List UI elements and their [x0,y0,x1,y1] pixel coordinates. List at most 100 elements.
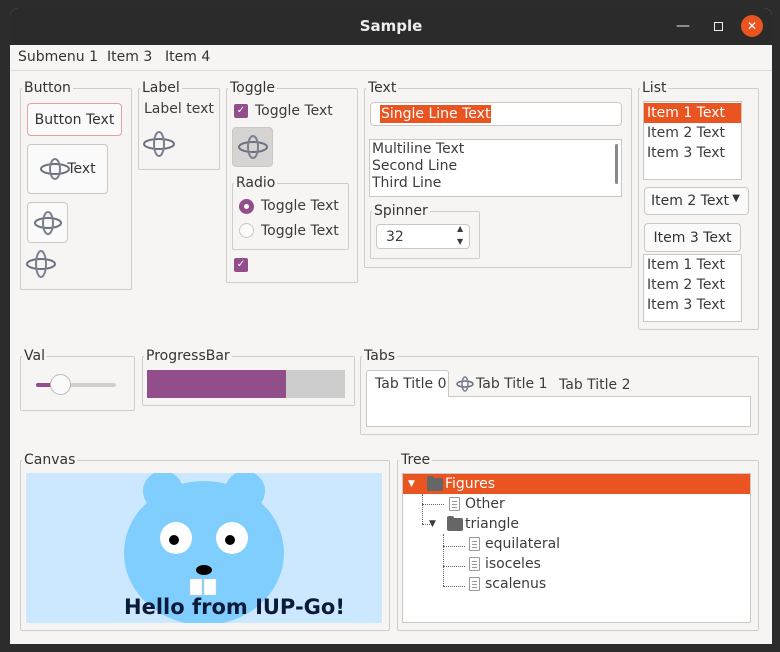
tab-content [366,396,751,427]
list-box-2[interactable]: Item 1 Text Item 2 Text Item 3 Text [643,254,742,322]
maximize-icon [713,21,723,31]
spinner-up-icon[interactable]: ▲ [457,224,463,233]
canvas-text: Hello from IUP-Go! [124,595,345,619]
image-toggle[interactable] [232,127,273,167]
spinner-input[interactable]: 32 ▲ ▼ [376,224,470,249]
list-item[interactable]: Item 2 Text [644,275,741,295]
label-text: Label text [144,101,214,117]
multiline-input[interactable]: Multiline Text Second Line Third Line [369,139,622,197]
minimize-button[interactable]: — [672,15,694,37]
text-frame-label: Text [366,80,399,96]
ring-icon [26,250,56,278]
progress-bar [147,370,345,398]
tree-node-label: Figures [445,476,496,492]
tree-node-label: isoceles [485,556,541,572]
toggle-checkbox-label: Toggle Text [255,103,333,119]
radio-option-1[interactable] [239,199,254,214]
toggle-checkbox[interactable]: ✓ [234,104,248,118]
list-item[interactable]: Item 3 Text [644,143,741,163]
toggle-frame-label: Toggle [228,80,278,96]
tabs-frame-label: Tabs [362,348,397,364]
flat-icon-button[interactable] [25,248,57,284]
tree-node-other[interactable]: Other [403,494,750,514]
expand-arrow-icon[interactable]: ▼ [408,474,415,494]
menu-item-3[interactable]: Item 3 [107,49,152,65]
tab-0-label: Tab Title 0 [375,376,447,392]
minimize-icon: — [676,18,690,34]
tab-2[interactable]: Tab Title 2 [559,377,631,393]
tree-view[interactable]: ▼ Figures Other ▼ triangle equilateral i… [402,473,751,623]
dropdown-value: Item 2 Text [651,193,729,209]
checkbox-unlabeled[interactable]: ✓ [234,258,248,272]
dropdown-select[interactable]: Item 2 Text ▼ [644,187,749,215]
ring-icon [237,135,268,159]
list-box-1[interactable]: Item 1 Text Item 2 Text Item 3 Text [643,101,742,180]
ring-icon [456,376,474,392]
tab-1[interactable]: Tab Title 1 [456,373,548,395]
list-item[interactable]: Item 3 Text [644,295,741,315]
icon-text-button[interactable]: Text [27,144,108,194]
tree-node-scalenus[interactable]: scalenus [403,574,750,594]
document-icon [469,577,480,591]
expand-arrow-icon[interactable]: ▼ [429,514,436,534]
tree-node-label: equilateral [485,536,561,552]
maximize-button[interactable] [707,15,729,37]
list-item[interactable]: Item 1 Text [644,255,741,275]
single-line-selected-text: Single Line Text [380,105,492,123]
close-icon: ✕ [746,19,758,33]
label-frame-label: Label [140,80,182,96]
main-window: Sample — ✕ Submenu 1 Item 3 Item 4 Butto… [10,8,772,644]
menu-item-4[interactable]: Item 4 [165,49,210,65]
val-track[interactable] [36,383,116,387]
val-frame-label: Val [22,348,47,364]
tree-node-label: scalenus [485,576,547,592]
progress-frame-label: ProgressBar [144,348,232,364]
ring-icon [33,210,62,235]
title-bar[interactable]: Sample — ✕ [10,8,772,45]
radio-frame-label: Radio [234,175,278,191]
multiline-content: Multiline Text Second Line Third Line [372,141,464,192]
radio-option-1-label: Toggle Text [261,198,339,214]
tree-node-label: triangle [465,516,519,532]
multiline-scrollbar[interactable] [615,144,618,184]
single-line-input[interactable]: Single Line Text [370,102,622,126]
chevron-down-icon: ▼ [732,193,740,204]
label-image [142,129,176,163]
close-button[interactable]: ✕ [741,15,763,37]
menu-submenu-1[interactable]: Submenu 1 [18,49,98,65]
radio-frame [232,183,349,250]
folder-icon [427,476,443,491]
radio-option-2[interactable] [239,223,254,238]
tree-node-equilateral[interactable]: equilateral [403,534,750,554]
tab-0[interactable]: Tab Title 0 [366,370,449,397]
canvas-frame-label: Canvas [22,452,78,468]
multiline-line-2: Second Line [372,158,458,174]
tree-node-figures[interactable]: ▼ Figures [403,474,750,494]
radio-option-2-label: Toggle Text [261,223,339,239]
button-frame-label: Button [22,80,73,96]
document-icon [469,557,480,571]
icon-button[interactable] [27,202,68,243]
val-slider-handle[interactable] [50,374,71,395]
tree-node-isoceles[interactable]: isoceles [403,554,750,574]
tree-frame-label: Tree [399,452,433,468]
list-item[interactable]: Item 2 Text [644,123,741,143]
tab-1-label: Tab Title 1 [476,376,548,392]
folder-icon [447,516,463,531]
text-button[interactable]: Button Text [27,103,122,136]
tree-node-label: Other [465,496,505,512]
list-item[interactable]: Item 1 Text [644,103,741,123]
progress-fill [147,370,286,398]
spinner-down-icon[interactable]: ▼ [457,237,463,246]
spinner-value: 32 [386,229,404,245]
multiline-line-3: Third Line [372,175,442,191]
list-frame-label: List [640,80,669,96]
multiline-line-1: Multiline Text [372,141,465,157]
document-icon [449,497,460,511]
editable-combo[interactable]: Item 3 Text [644,223,741,252]
tree-node-triangle[interactable]: ▼ triangle [403,514,750,534]
window-title: Sample [359,17,423,35]
tab-2-label: Tab Title 2 [559,377,631,393]
menu-bar: Submenu 1 Item 3 Item 4 [10,45,772,71]
drawing-canvas[interactable]: Hello from IUP-Go! [26,473,382,623]
